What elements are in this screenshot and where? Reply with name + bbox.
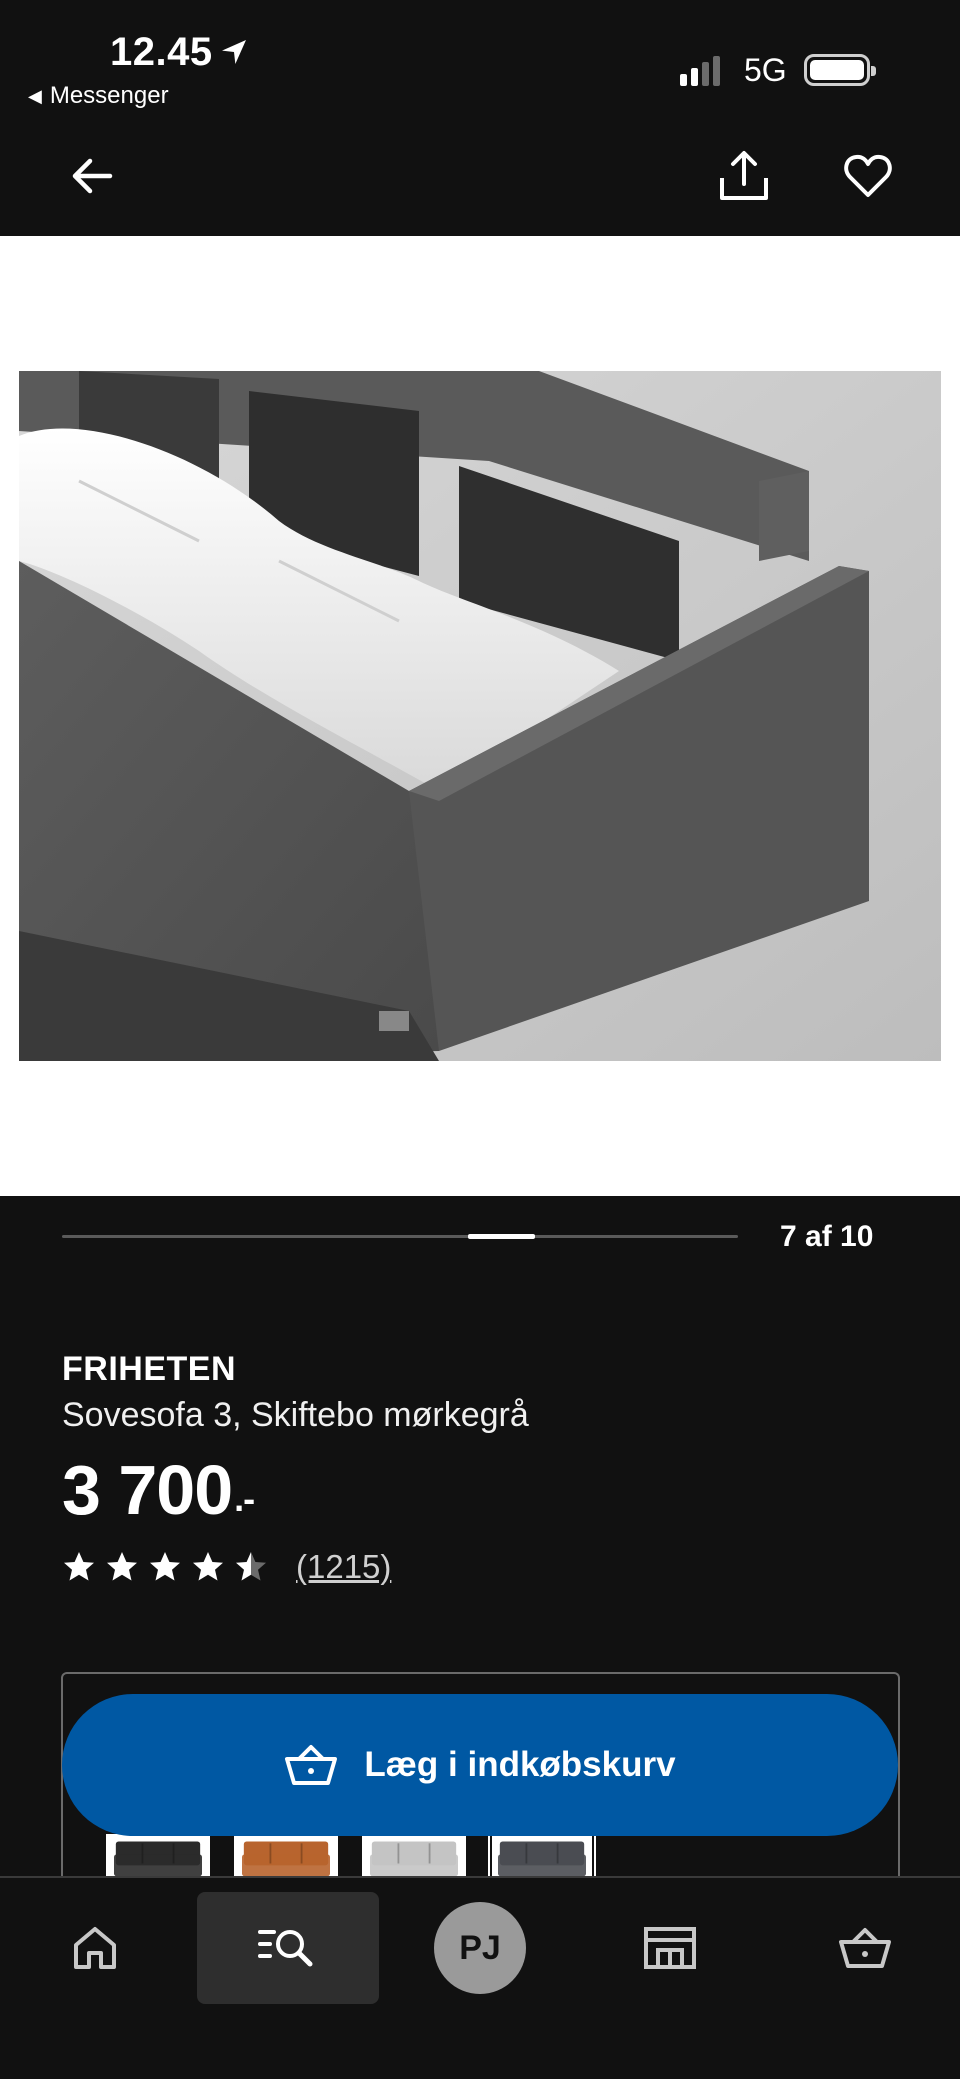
nav-stores[interactable] — [630, 1892, 710, 2004]
add-to-cart-label: Læg i indkøbskurv — [364, 1745, 676, 1784]
share-button[interactable] — [712, 144, 776, 208]
sofa-thumbnail — [114, 1841, 202, 1877]
top-toolbar — [0, 120, 960, 236]
back-app-label: Messenger — [49, 82, 169, 109]
color-swatch[interactable] — [234, 1834, 338, 1882]
sofa-thumbnail — [498, 1841, 586, 1877]
location-arrow-icon — [222, 40, 246, 64]
product-description: Sovesofa 3, Skiftebo mørkegrå — [62, 1396, 529, 1434]
basket-icon — [839, 1928, 891, 1968]
color-swatch[interactable] — [106, 1834, 210, 1882]
color-swatches — [106, 1832, 596, 1884]
nav-search[interactable] — [197, 1892, 379, 2004]
heart-icon — [844, 154, 892, 197]
back-to-app-link[interactable]: ◀ Messenger — [28, 82, 169, 110]
product-image-gallery[interactable] — [0, 236, 960, 1196]
status-bar: 12.45 ◀ Messenger 5G — [0, 0, 960, 120]
status-time: 12.45 — [110, 30, 213, 74]
add-to-cart-button[interactable]: Læg i indkøbskurv — [62, 1694, 898, 1836]
star-icon — [107, 1552, 137, 1581]
network-type: 5G — [744, 52, 787, 88]
star-icon — [150, 1552, 180, 1581]
star-icon — [193, 1552, 223, 1581]
nav-cart[interactable] — [820, 1892, 910, 2004]
color-swatch[interactable] — [362, 1834, 466, 1882]
star-icon — [64, 1552, 94, 1581]
back-triangle-icon: ◀ — [28, 85, 42, 106]
review-count-link[interactable]: (1215) — [296, 1548, 391, 1586]
product-price: 3 700 .- — [62, 1450, 255, 1530]
signal-strength-icon — [680, 52, 720, 86]
home-icon — [74, 1927, 116, 1969]
bottom-navigation: PJ — [0, 1876, 960, 2079]
product-brand: FRIHETEN — [62, 1350, 236, 1388]
share-icon — [720, 151, 768, 200]
nav-home[interactable] — [50, 1892, 140, 2004]
price-suffix: .- — [234, 1478, 255, 1519]
nav-profile[interactable]: PJ — [432, 1892, 528, 2004]
gallery-pager: 7 af 10 — [0, 1196, 960, 1276]
price-amount: 3 700 — [62, 1451, 233, 1529]
sofa-thumbnail — [370, 1841, 458, 1877]
basket-icon — [285, 1745, 338, 1785]
rating-stars — [62, 1550, 268, 1584]
avatar: PJ — [434, 1902, 526, 1994]
color-swatch[interactable] — [488, 1832, 596, 1884]
store-icon — [644, 1927, 696, 1969]
search-list-icon — [258, 1930, 313, 1967]
sofa-thumbnail — [242, 1841, 330, 1877]
favorite-button[interactable] — [836, 144, 900, 208]
gallery-progress-thumb — [467, 1234, 536, 1239]
gallery-counter: 7 af 10 — [780, 1220, 874, 1253]
star-icon — [236, 1552, 266, 1581]
product-photo[interactable] — [19, 371, 941, 1061]
product-rating[interactable]: (1215) — [62, 1548, 391, 1586]
arrow-left-icon — [72, 158, 113, 194]
back-button[interactable] — [60, 144, 124, 208]
gallery-progress-track[interactable] — [62, 1234, 738, 1239]
battery-icon — [804, 54, 876, 86]
